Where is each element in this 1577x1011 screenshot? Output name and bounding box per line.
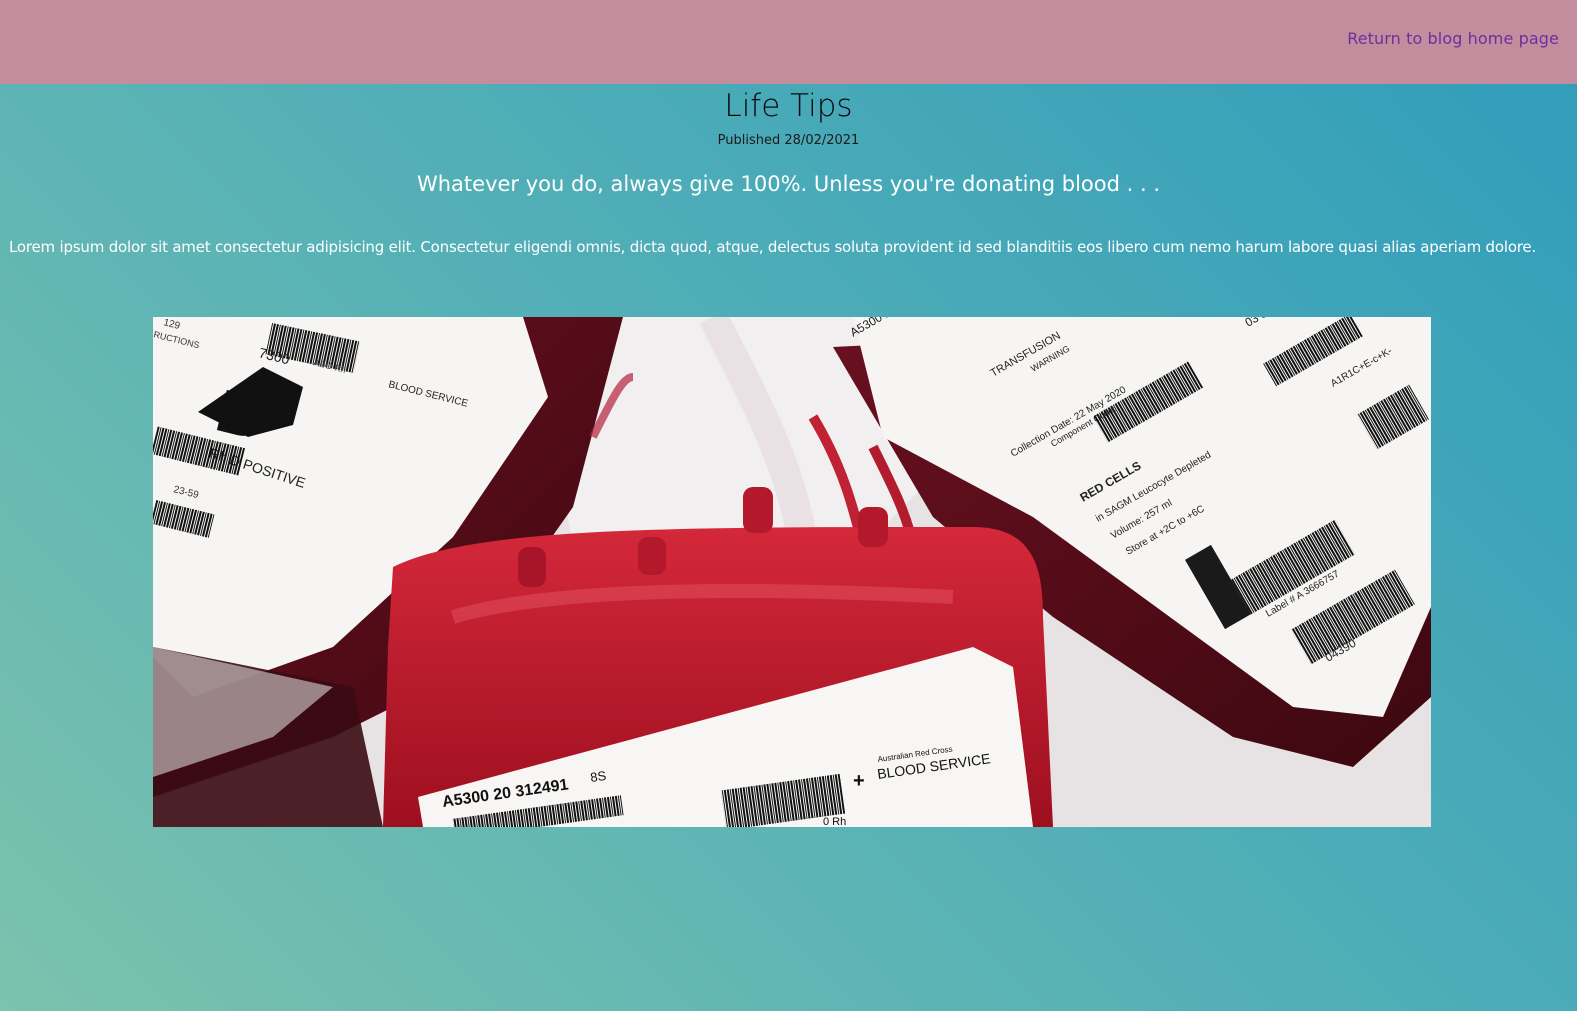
- return-home-link[interactable]: Return to blog home page: [1347, 29, 1559, 48]
- post-body: Lorem ipsum dolor sit amet consectetur a…: [9, 238, 1537, 256]
- post-headline: Whatever you do, always give 100%. Unles…: [416, 172, 1160, 196]
- svg-text:+: +: [853, 770, 865, 792]
- svg-text:0 Rh: 0 Rh: [823, 816, 846, 827]
- post-title: Life Tips: [724, 88, 853, 124]
- svg-text:8S: 8S: [589, 768, 607, 785]
- published-date: Published 28/02/2021: [717, 133, 860, 148]
- blood-bags-illustration: 7300 ABO Rh BLOOD SERVICE B Rh D POSITIV…: [153, 317, 1431, 827]
- blood-bags-photo: 7300 ABO Rh BLOOD SERVICE B Rh D POSITIV…: [153, 317, 1431, 827]
- top-navigation-bar: Return to blog home page: [0, 0, 1577, 84]
